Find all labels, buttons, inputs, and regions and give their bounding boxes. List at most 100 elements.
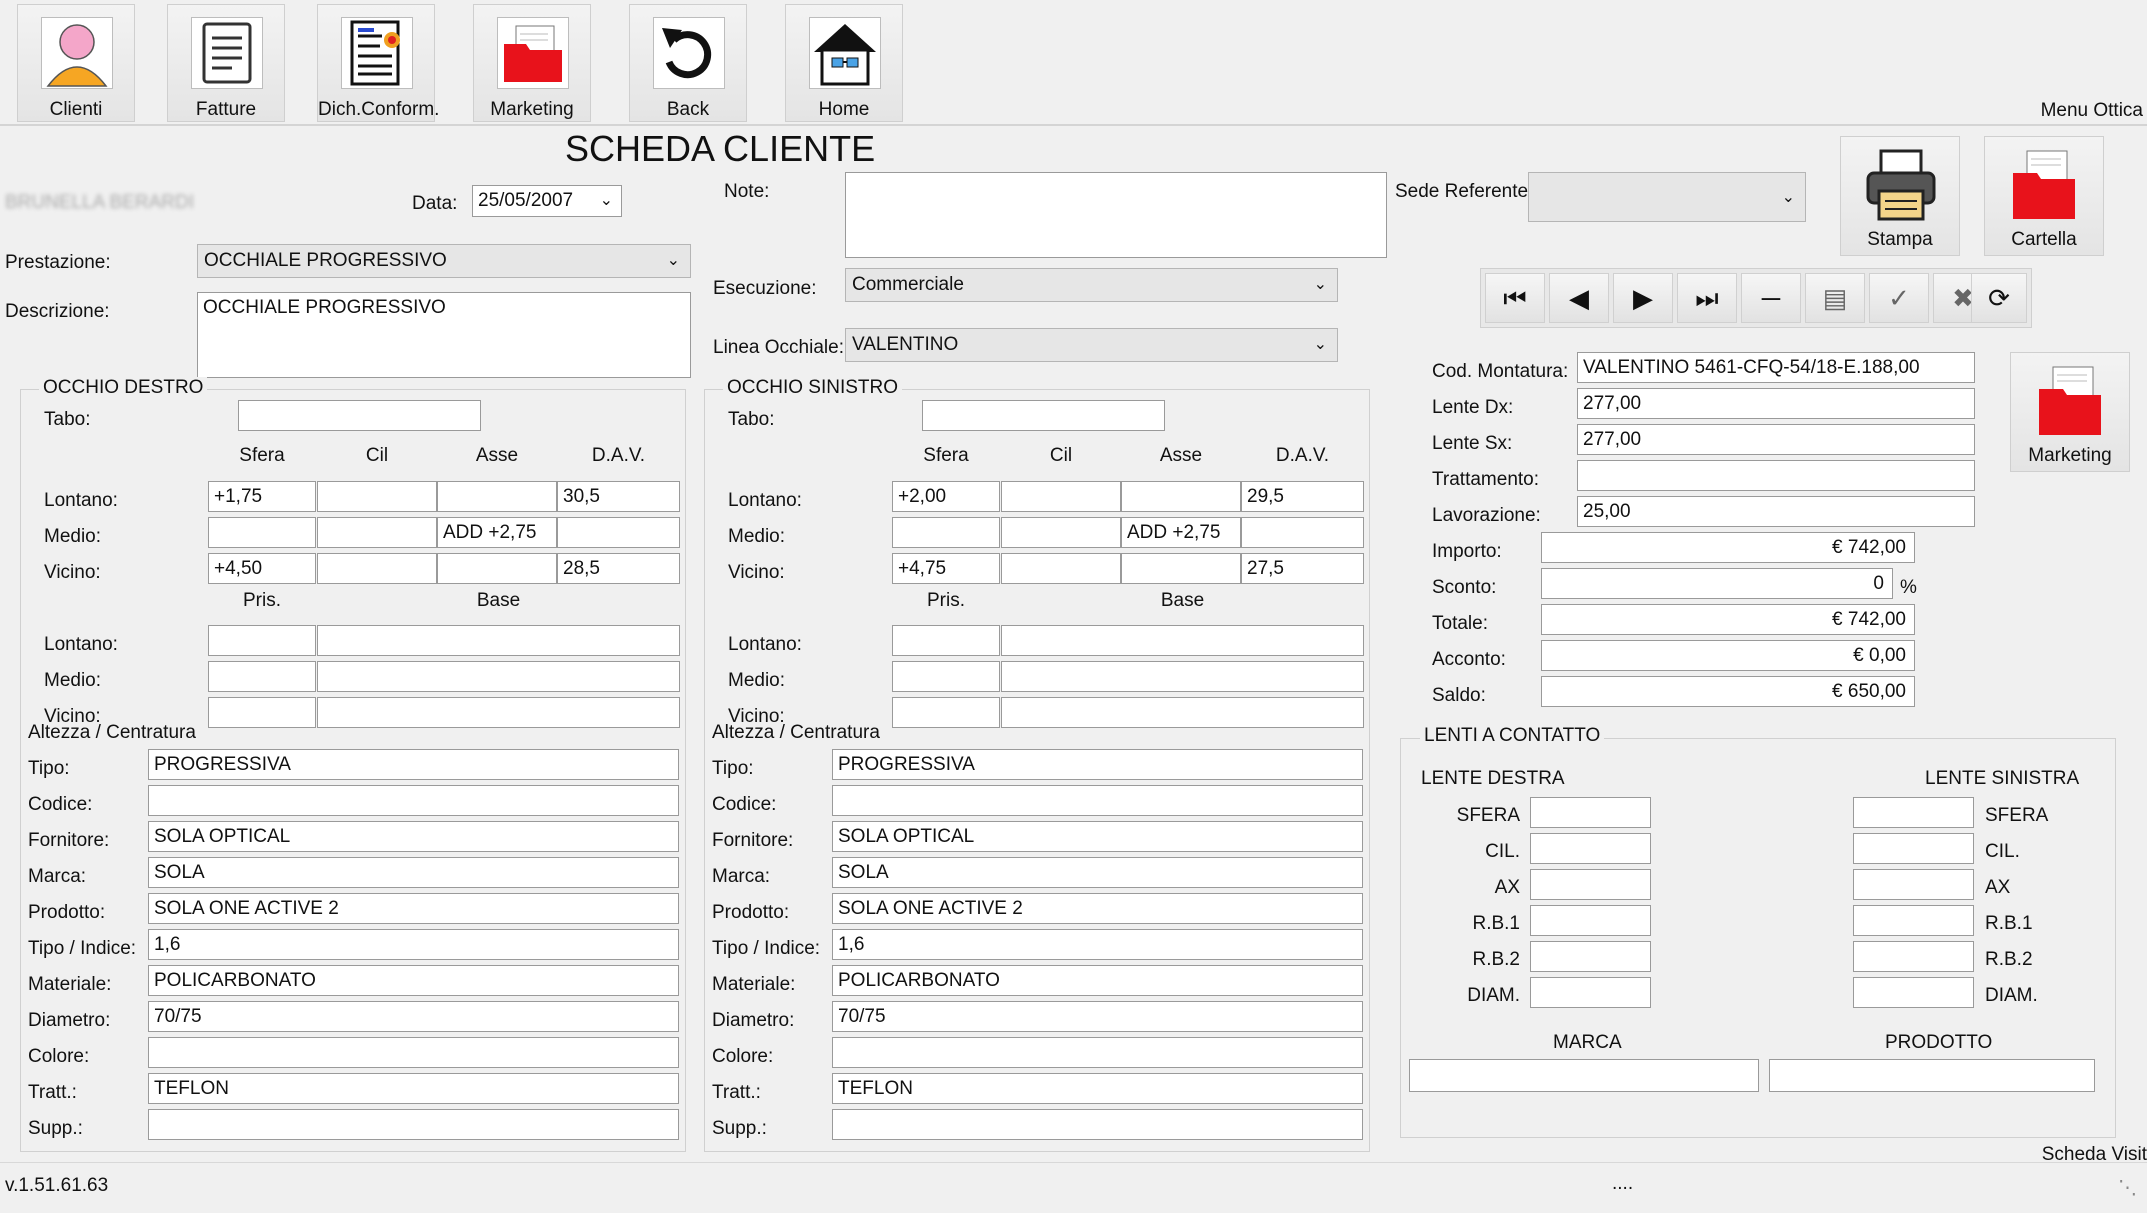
marketing-toolbar-button[interactable]: Marketing bbox=[473, 4, 591, 122]
colore-input[interactable] bbox=[832, 1037, 1363, 1068]
back-button[interactable]: Back bbox=[629, 4, 747, 122]
sede-select[interactable]: ⌄ bbox=[1528, 172, 1806, 222]
codice-input[interactable] bbox=[832, 785, 1363, 816]
importo-input[interactable]: € 742,00 bbox=[1541, 532, 1915, 563]
lac-sx-input-0[interactable] bbox=[1853, 797, 1974, 828]
descrizione-textarea[interactable]: OCCHIALE PROGRESSIVO bbox=[197, 292, 691, 378]
tabo-input[interactable] bbox=[238, 400, 481, 431]
cartella-button[interactable]: Cartella bbox=[1984, 136, 2104, 256]
lontano-dav-input[interactable]: 30,5 bbox=[557, 481, 680, 512]
lac-dx-input-2[interactable] bbox=[1530, 869, 1651, 900]
vicino-dav-input[interactable]: 28,5 bbox=[557, 553, 680, 584]
prodotto-lac-input[interactable] bbox=[1769, 1059, 2095, 1092]
vicino-base-input[interactable] bbox=[1001, 697, 1364, 728]
marca-input[interactable]: SOLA bbox=[148, 857, 679, 888]
lac-dx-input-1[interactable] bbox=[1530, 833, 1651, 864]
tratt-input[interactable]: TEFLON bbox=[148, 1073, 679, 1104]
next-record-button[interactable]: ▶ bbox=[1613, 273, 1673, 323]
edit-record-button[interactable]: ▤ bbox=[1805, 273, 1865, 323]
home-button[interactable]: Home bbox=[785, 4, 903, 122]
saldo-input[interactable]: € 650,00 bbox=[1541, 676, 1915, 707]
lontano-cil-input[interactable] bbox=[317, 481, 437, 512]
first-record-button[interactable]: ⏮ bbox=[1485, 273, 1545, 323]
lac-dx-input-0[interactable] bbox=[1530, 797, 1651, 828]
diametro-input[interactable]: 70/75 bbox=[832, 1001, 1363, 1032]
materiale-input[interactable]: POLICARBONATO bbox=[832, 965, 1363, 996]
lac-sx-input-5[interactable] bbox=[1853, 977, 1974, 1008]
lontano-pris-input[interactable] bbox=[208, 625, 316, 656]
prodotto-input[interactable]: SOLA ONE ACTIVE 2 bbox=[832, 893, 1363, 924]
medio-asse-input[interactable]: ADD +2,75 bbox=[1121, 517, 1241, 548]
lac-sx-input-3[interactable] bbox=[1853, 905, 1974, 936]
lontano-base-input[interactable] bbox=[1001, 625, 1364, 656]
linea-select[interactable]: VALENTINO ⌄ bbox=[845, 328, 1338, 362]
lac-dx-input-4[interactable] bbox=[1530, 941, 1651, 972]
vicino-base-input[interactable] bbox=[317, 697, 680, 728]
lontano-asse-input[interactable] bbox=[437, 481, 557, 512]
lontano-asse-input[interactable] bbox=[1121, 481, 1241, 512]
delete-record-button[interactable]: ─ bbox=[1741, 273, 1801, 323]
lac-dx-input-3[interactable] bbox=[1530, 905, 1651, 936]
prodotto-input[interactable]: SOLA ONE ACTIVE 2 bbox=[148, 893, 679, 924]
materiale-input[interactable]: POLICARBONATO bbox=[148, 965, 679, 996]
lac-sx-input-1[interactable] bbox=[1853, 833, 1974, 864]
marca-lac-input[interactable] bbox=[1409, 1059, 1759, 1092]
lente-dx-input[interactable]: 277,00 bbox=[1577, 388, 1975, 419]
medio-cil-input[interactable] bbox=[317, 517, 437, 548]
tratt-input[interactable]: TEFLON bbox=[832, 1073, 1363, 1104]
prestazione-select[interactable]: OCCHIALE PROGRESSIVO ⌄ bbox=[197, 244, 691, 278]
lontano-cil-input[interactable] bbox=[1001, 481, 1121, 512]
clienti-button[interactable]: Clienti bbox=[17, 4, 135, 122]
vicino-cil-input[interactable] bbox=[1001, 553, 1121, 584]
fornitore-input[interactable]: SOLA OPTICAL bbox=[832, 821, 1363, 852]
last-record-button[interactable]: ⏭ bbox=[1677, 273, 1737, 323]
lac-sx-input-4[interactable] bbox=[1853, 941, 1974, 972]
vicino-sfera-input[interactable]: +4,75 bbox=[892, 553, 1000, 584]
medio-dav-input[interactable] bbox=[557, 517, 680, 548]
vicino-sfera-input[interactable]: +4,50 bbox=[208, 553, 316, 584]
stampa-button[interactable]: Stampa bbox=[1840, 136, 1960, 256]
tipo-indice-input[interactable]: 1,6 bbox=[832, 929, 1363, 960]
lontano-sfera-input[interactable]: +2,00 bbox=[892, 481, 1000, 512]
resize-grip-icon[interactable]: ⋱ bbox=[2118, 1177, 2137, 1200]
vicino-pris-input[interactable] bbox=[892, 697, 1000, 728]
lontano-sfera-input[interactable]: +1,75 bbox=[208, 481, 316, 512]
vicino-dav-input[interactable]: 27,5 bbox=[1241, 553, 1364, 584]
medio-pris-input[interactable] bbox=[208, 661, 316, 692]
lontano-dav-input[interactable]: 29,5 bbox=[1241, 481, 1364, 512]
vicino-pris-input[interactable] bbox=[208, 697, 316, 728]
vicino-asse-input[interactable] bbox=[1121, 553, 1241, 584]
supp-input[interactable] bbox=[832, 1109, 1363, 1140]
medio-base-input[interactable] bbox=[317, 661, 680, 692]
vicino-cil-input[interactable] bbox=[317, 553, 437, 584]
lavorazione-input[interactable]: 25,00 bbox=[1577, 496, 1975, 527]
medio-cil-input[interactable] bbox=[1001, 517, 1121, 548]
sconto-input[interactable]: 0 bbox=[1541, 568, 1893, 599]
marca-input[interactable]: SOLA bbox=[832, 857, 1363, 888]
lontano-pris-input[interactable] bbox=[892, 625, 1000, 656]
marketing-side-button[interactable]: Marketing bbox=[2010, 352, 2130, 472]
lac-dx-input-5[interactable] bbox=[1530, 977, 1651, 1008]
dich-conform-button[interactable]: Dich.Conform. bbox=[317, 4, 439, 122]
colore-input[interactable] bbox=[148, 1037, 679, 1068]
tipo-input[interactable]: PROGRESSIVA bbox=[832, 749, 1363, 780]
refresh-button[interactable]: ⟳ bbox=[1971, 273, 2027, 323]
codice-input[interactable] bbox=[148, 785, 679, 816]
cod-montatura-input[interactable]: VALENTINO 5461-CFQ-54/18-E.188,00 bbox=[1577, 352, 1975, 383]
totale-input[interactable]: € 742,00 bbox=[1541, 604, 1915, 635]
trattamento-input[interactable] bbox=[1577, 460, 1975, 491]
vicino-asse-input[interactable] bbox=[437, 553, 557, 584]
diametro-input[interactable]: 70/75 bbox=[148, 1001, 679, 1032]
esecuzione-select[interactable]: Commerciale ⌄ bbox=[845, 268, 1338, 302]
confirm-button[interactable]: ✓ bbox=[1869, 273, 1929, 323]
fornitore-input[interactable]: SOLA OPTICAL bbox=[148, 821, 679, 852]
lontano-base-input[interactable] bbox=[317, 625, 680, 656]
tabo-input[interactable] bbox=[922, 400, 1165, 431]
medio-sfera-input[interactable] bbox=[892, 517, 1000, 548]
medio-pris-input[interactable] bbox=[892, 661, 1000, 692]
fatture-button[interactable]: Fatture bbox=[167, 4, 285, 122]
medio-asse-input[interactable]: ADD +2,75 bbox=[437, 517, 557, 548]
acconto-input[interactable]: € 0,00 bbox=[1541, 640, 1915, 671]
tipo-indice-input[interactable]: 1,6 bbox=[148, 929, 679, 960]
medio-sfera-input[interactable] bbox=[208, 517, 316, 548]
